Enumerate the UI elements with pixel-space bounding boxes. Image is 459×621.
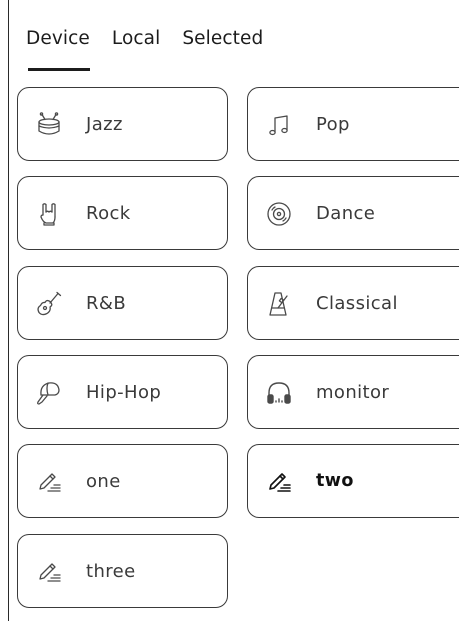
preset-classical-button[interactable]: Classical: [247, 266, 459, 340]
music-note-icon: [266, 112, 292, 138]
tab-device[interactable]: Device: [26, 28, 90, 49]
preset-one-button[interactable]: one: [17, 444, 228, 518]
metronome-icon: [266, 291, 292, 317]
preset-label: Rock: [86, 203, 131, 224]
preset-label: Hip-Hop: [86, 382, 162, 403]
headphones-icon: [266, 380, 292, 406]
preset-monitor-button[interactable]: monitor: [247, 355, 459, 429]
tab-bar: Device Local Selected: [26, 28, 263, 49]
preset-label: Jazz: [86, 114, 123, 135]
cap-icon: [36, 380, 62, 406]
preset-label: Dance: [316, 203, 376, 224]
preset-rnb-button[interactable]: R&B: [17, 266, 228, 340]
preset-label: R&B: [86, 293, 127, 314]
preset-hiphop-button[interactable]: Hip-Hop: [17, 355, 228, 429]
vinyl-disc-icon: [266, 201, 292, 227]
preset-label: Pop: [316, 114, 350, 135]
preset-label: three: [86, 561, 136, 582]
preset-label: monitor: [316, 382, 390, 403]
tab-local[interactable]: Local: [112, 28, 160, 49]
preset-label: one: [86, 471, 121, 492]
pencil-edit-icon: [36, 469, 62, 495]
preset-label: Classical: [316, 293, 398, 314]
preset-pop-button[interactable]: Pop: [247, 87, 459, 161]
preset-dance-button[interactable]: Dance: [247, 176, 459, 250]
drum-icon: [36, 112, 62, 138]
preset-jazz-button[interactable]: Jazz: [17, 87, 228, 161]
pencil-edit-icon: [266, 469, 292, 495]
pencil-edit-icon: [36, 559, 62, 585]
guitar-icon: [36, 291, 62, 317]
preset-two-button[interactable]: two: [247, 444, 459, 518]
preset-rock-button[interactable]: Rock: [17, 176, 228, 250]
active-tab-indicator: [28, 68, 90, 71]
left-divider: [8, 0, 9, 621]
tab-selected[interactable]: Selected: [182, 28, 263, 49]
preset-label: two: [316, 471, 354, 491]
rock-hand-icon: [36, 201, 62, 227]
preset-three-button[interactable]: three: [17, 534, 228, 608]
